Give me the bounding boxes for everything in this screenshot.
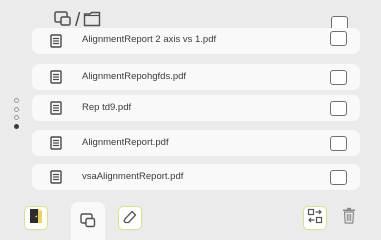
file-row[interactable]: AlignmentReport.pdf xyxy=(32,130,360,156)
file-checkbox[interactable] xyxy=(330,170,347,185)
file-checkbox[interactable] xyxy=(330,70,347,85)
file-name: AlignmentRepohgfds.pdf xyxy=(82,71,187,82)
exit-button[interactable] xyxy=(24,206,48,230)
file-row[interactable]: vsaAlignmentReport.pdf xyxy=(32,164,360,190)
file-list: AlignmentReport 2 axis vs 1.pdf Alignmen… xyxy=(32,26,362,190)
bottom-toolbar xyxy=(0,196,381,240)
page-indicator xyxy=(14,98,22,132)
pdf-file-icon xyxy=(49,70,63,84)
file-name: AlignmentReport.pdf xyxy=(82,137,169,148)
pdf-file-icon xyxy=(49,34,63,48)
page-dot[interactable] xyxy=(14,115,19,120)
file-checkbox[interactable] xyxy=(330,101,347,116)
pdf-file-icon xyxy=(49,101,63,115)
eraser-button[interactable] xyxy=(118,206,142,230)
pdf-file-icon xyxy=(49,170,63,184)
file-row[interactable]: AlignmentReport 2 axis vs 1.pdf xyxy=(32,28,360,54)
file-row[interactable]: AlignmentRepohgfds.pdf xyxy=(32,64,360,90)
page-dot[interactable] xyxy=(14,106,19,112)
pdf-file-icon xyxy=(49,136,63,150)
file-checkbox[interactable] xyxy=(330,31,347,46)
file-checkbox[interactable] xyxy=(330,136,347,151)
file-row[interactable]: Rep td9.pdf xyxy=(32,95,360,121)
exit-icon xyxy=(29,208,43,229)
file-manager-screen: / AlignmentReport 2 axis vs 1.pdf Alignm… xyxy=(0,0,381,240)
file-name: Rep td9.pdf xyxy=(82,102,132,113)
swap-icon xyxy=(307,208,323,229)
swap-button[interactable] xyxy=(303,206,327,230)
delete-button[interactable] xyxy=(337,206,361,230)
eraser-icon xyxy=(122,208,138,229)
page-dot-active[interactable] xyxy=(14,123,19,129)
trash-icon xyxy=(342,207,356,229)
file-name: AlignmentReport 2 axis vs 1.pdf xyxy=(82,34,217,45)
file-name: vsaAlignmentReport.pdf xyxy=(82,171,184,182)
page-dot[interactable] xyxy=(14,98,19,103)
